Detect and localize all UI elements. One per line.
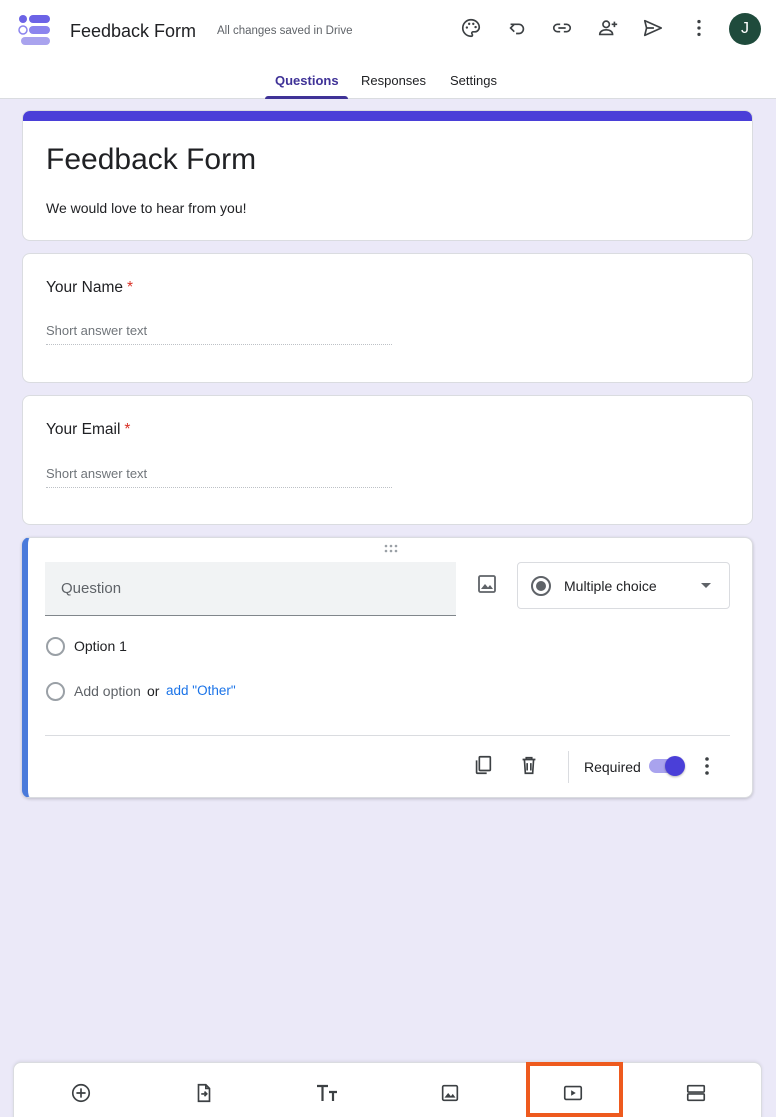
- option-radio-icon: [46, 637, 65, 656]
- required-toggle[interactable]: [649, 756, 685, 776]
- more-vert-icon[interactable]: [687, 16, 711, 40]
- send-icon[interactable]: [641, 16, 665, 40]
- title-accent-band: [23, 111, 752, 121]
- add-option-radio-icon: [46, 682, 65, 701]
- question-card-name[interactable]: Your Name * Short answer text: [22, 253, 753, 383]
- option-1[interactable]: Option 1: [74, 638, 127, 654]
- palette-icon[interactable]: [459, 16, 483, 40]
- add-other-link[interactable]: add "Other": [166, 683, 236, 698]
- question-title: Your Email *: [46, 421, 130, 439]
- card-divider: [45, 735, 730, 736]
- tab-bar: Questions Responses Settings: [0, 73, 776, 99]
- short-answer-field: Short answer text: [46, 323, 392, 345]
- toggle-knob: [665, 756, 685, 776]
- link-icon[interactable]: [550, 16, 574, 40]
- active-question-card[interactable]: Question Multiple choice Option 1 Add op…: [22, 537, 753, 798]
- app-header: Feedback Form All changes saved in Drive…: [0, 0, 776, 99]
- form-title[interactable]: Feedback Form: [46, 143, 256, 177]
- forms-logo-icon[interactable]: [18, 14, 52, 46]
- bottom-toolbar: [13, 1062, 762, 1117]
- tab-settings[interactable]: Settings: [450, 73, 497, 88]
- add-video-icon[interactable]: [561, 1081, 585, 1105]
- undo-icon[interactable]: [505, 16, 529, 40]
- drag-handle-icon[interactable]: [380, 542, 404, 554]
- add-image-icon[interactable]: [475, 572, 499, 596]
- add-section-icon[interactable]: [684, 1081, 708, 1105]
- question-title: Your Name *: [46, 279, 133, 297]
- or-text: or: [147, 683, 160, 699]
- required-asterisk: *: [126, 279, 134, 296]
- tab-responses[interactable]: Responses: [361, 73, 426, 88]
- question-type-label: Multiple choice: [564, 578, 657, 594]
- app-title[interactable]: Feedback Form: [70, 21, 196, 42]
- add-question-icon[interactable]: [69, 1081, 93, 1105]
- avatar[interactable]: J: [729, 13, 761, 45]
- duplicate-icon[interactable]: [472, 754, 494, 776]
- save-status: All changes saved in Drive: [217, 25, 353, 37]
- form-description[interactable]: We would love to hear from you!: [46, 200, 247, 216]
- add-option-link[interactable]: Add option: [74, 683, 141, 699]
- import-questions-icon[interactable]: [192, 1081, 216, 1105]
- dropdown-arrow-icon: [701, 583, 711, 588]
- more-options-icon[interactable]: [697, 754, 717, 778]
- radio-button-icon: [531, 576, 551, 596]
- add-collaborator-icon[interactable]: [596, 16, 620, 40]
- footer-separator: [568, 751, 569, 783]
- question-title-text: Your Name: [46, 279, 123, 296]
- question-type-dropdown[interactable]: Multiple choice: [517, 562, 730, 609]
- question-input[interactable]: Question: [45, 562, 456, 616]
- tab-questions[interactable]: Questions: [275, 73, 339, 88]
- short-answer-field: Short answer text: [46, 466, 392, 488]
- required-label: Required: [584, 759, 641, 775]
- add-image-icon[interactable]: [438, 1081, 462, 1105]
- add-title-icon[interactable]: [315, 1081, 339, 1105]
- question-card-email[interactable]: Your Email * Short answer text: [22, 395, 753, 525]
- required-asterisk: *: [124, 421, 131, 438]
- question-title-text: Your Email: [46, 421, 121, 438]
- delete-icon[interactable]: [518, 754, 540, 776]
- form-title-card[interactable]: Feedback Form We would love to hear from…: [22, 110, 753, 241]
- active-tab-indicator: [265, 96, 348, 99]
